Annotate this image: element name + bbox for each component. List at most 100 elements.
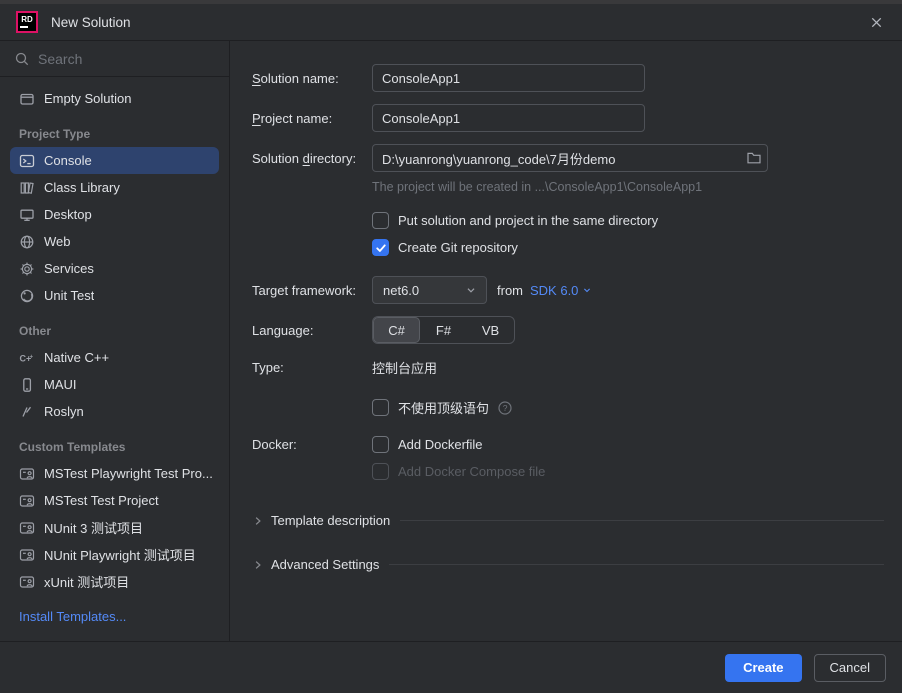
install-templates-link[interactable]: Install Templates... — [0, 595, 229, 624]
section-title-other: Other — [0, 309, 229, 344]
sidebar-item-xunit[interactable]: xUnit 测试项目 — [10, 568, 219, 595]
new-solution-form: Solution name: Project name: Solution di… — [230, 41, 902, 641]
solution-directory-field — [372, 144, 768, 172]
console-icon — [19, 153, 35, 169]
project-name-label: Project name: — [252, 111, 372, 126]
sidebar-item-empty-solution[interactable]: Empty Solution — [10, 85, 219, 112]
sidebar-item-unit-test[interactable]: Unit Test — [10, 282, 219, 309]
chevron-right-icon — [252, 515, 264, 527]
dockerfile-checkbox-row[interactable]: Add Dockerfile — [372, 436, 545, 453]
git-label: Create Git repository — [398, 240, 518, 255]
rider-logo-text: RD — [21, 16, 33, 24]
target-framework-value: net6.0 — [383, 283, 464, 298]
titlebar: RD New Solution — [0, 4, 902, 41]
advanced-settings-section[interactable]: Advanced Settings — [252, 557, 884, 572]
svg-text:?: ? — [503, 403, 508, 413]
sidebar-item-label: MAUI — [44, 377, 77, 392]
search-bar — [0, 41, 229, 77]
top-level-statements-checkbox[interactable] — [372, 399, 389, 416]
class-library-icon — [19, 180, 35, 196]
section-title-custom-templates: Custom Templates — [0, 425, 229, 460]
language-segmented-control: C# F# VB — [372, 316, 515, 344]
sidebar-item-label: Services — [44, 261, 94, 276]
template-description-title: Template description — [271, 513, 390, 528]
web-icon — [19, 234, 35, 250]
sdk-version-link[interactable]: SDK 6.0 — [530, 283, 593, 298]
docker-compose-label: Add Docker Compose file — [398, 464, 545, 479]
type-value: 控制台应用 — [372, 358, 437, 377]
unit-test-icon — [19, 288, 35, 304]
same-directory-checkbox-row[interactable]: Put solution and project in the same dir… — [372, 212, 884, 229]
sidebar-item-label: Empty Solution — [44, 91, 131, 106]
sidebar-item-class-library[interactable]: Class Library — [10, 174, 219, 201]
sidebar-item-web[interactable]: Web — [10, 228, 219, 255]
project-location-hint: The project will be created in ...\Conso… — [372, 180, 884, 194]
template-sidebar: Empty Solution Project Type Console Clas… — [0, 41, 230, 641]
sidebar-item-mstest-playwright[interactable]: MSTest Playwright Test Pro... — [10, 460, 219, 487]
language-option-csharp[interactable]: C# — [373, 317, 420, 343]
custom-template-icon — [19, 493, 35, 509]
maui-icon — [19, 377, 35, 393]
roslyn-icon — [19, 404, 35, 420]
rider-logo: RD — [16, 11, 38, 33]
sidebar-item-services[interactable]: Services — [10, 255, 219, 282]
sidebar-item-console[interactable]: Console — [10, 147, 219, 174]
custom-template-icon — [19, 574, 35, 590]
sidebar-item-desktop[interactable]: Desktop — [10, 201, 219, 228]
solution-name-label: Solution name: — [252, 71, 372, 86]
section-divider — [400, 520, 884, 521]
sidebar-item-nunit-playwright[interactable]: NUnit Playwright 测试项目 — [10, 541, 219, 568]
sidebar-item-label: Web — [44, 234, 71, 249]
git-checkbox[interactable] — [372, 239, 389, 256]
sidebar-item-label: NUnit 3 测试项目 — [44, 518, 143, 537]
sidebar-item-label: Roslyn — [44, 404, 84, 419]
section-title-project-type: Project Type — [0, 112, 229, 147]
native-cpp-icon: C++ — [19, 350, 35, 366]
cancel-button[interactable]: Cancel — [814, 654, 886, 682]
top-level-statements-checkbox-row[interactable]: 不使用顶级语句 ? — [372, 398, 884, 417]
close-icon[interactable] — [864, 10, 888, 34]
sidebar-item-roslyn[interactable]: Roslyn — [10, 398, 219, 425]
sidebar-item-label: Unit Test — [44, 288, 94, 303]
sidebar-item-native-cpp[interactable]: C++ Native C++ — [10, 344, 219, 371]
chevron-right-icon — [252, 559, 264, 571]
empty-solution-icon — [19, 91, 35, 107]
target-framework-label: Target framework: — [252, 283, 372, 298]
sidebar-item-label: NUnit Playwright 测试项目 — [44, 545, 196, 564]
sidebar-item-label: MSTest Test Project — [44, 493, 159, 508]
language-option-vb[interactable]: VB — [467, 317, 514, 343]
target-framework-dropdown[interactable]: net6.0 — [372, 276, 487, 304]
rider-logo-underscore — [20, 26, 28, 28]
services-icon — [19, 261, 35, 277]
sidebar-item-label: Native C++ — [44, 350, 109, 365]
sidebar-item-label: xUnit 测试项目 — [44, 572, 129, 591]
sdk-version-text: SDK 6.0 — [530, 283, 578, 298]
chevron-down-icon — [581, 284, 593, 296]
template-list: Empty Solution Project Type Console Clas… — [0, 77, 229, 641]
folder-icon[interactable] — [741, 150, 767, 166]
create-button[interactable]: Create — [725, 654, 801, 682]
dockerfile-label: Add Dockerfile — [398, 437, 483, 452]
help-icon[interactable]: ? — [497, 400, 513, 416]
solution-directory-input[interactable] — [373, 145, 741, 171]
dialog-footer: Create Cancel — [0, 641, 902, 693]
advanced-settings-title: Advanced Settings — [271, 557, 379, 572]
sidebar-item-label: Class Library — [44, 180, 120, 195]
sidebar-item-label: Console — [44, 153, 92, 168]
language-option-fsharp[interactable]: F# — [420, 317, 467, 343]
solution-name-input[interactable] — [372, 64, 645, 92]
git-checkbox-row[interactable]: Create Git repository — [372, 239, 884, 256]
dialog-title: New Solution — [51, 15, 131, 30]
top-level-statements-label: 不使用顶级语句 — [398, 398, 489, 417]
section-divider — [389, 564, 884, 565]
same-directory-checkbox[interactable] — [372, 212, 389, 229]
sidebar-item-maui[interactable]: MAUI — [10, 371, 219, 398]
search-input[interactable] — [38, 51, 219, 67]
project-name-input[interactable] — [372, 104, 645, 132]
sidebar-item-nunit3[interactable]: NUnit 3 测试项目 — [10, 514, 219, 541]
template-description-section[interactable]: Template description — [252, 513, 884, 528]
custom-template-icon — [19, 520, 35, 536]
search-icon — [14, 51, 30, 67]
dockerfile-checkbox[interactable] — [372, 436, 389, 453]
sidebar-item-mstest-test-project[interactable]: MSTest Test Project — [10, 487, 219, 514]
